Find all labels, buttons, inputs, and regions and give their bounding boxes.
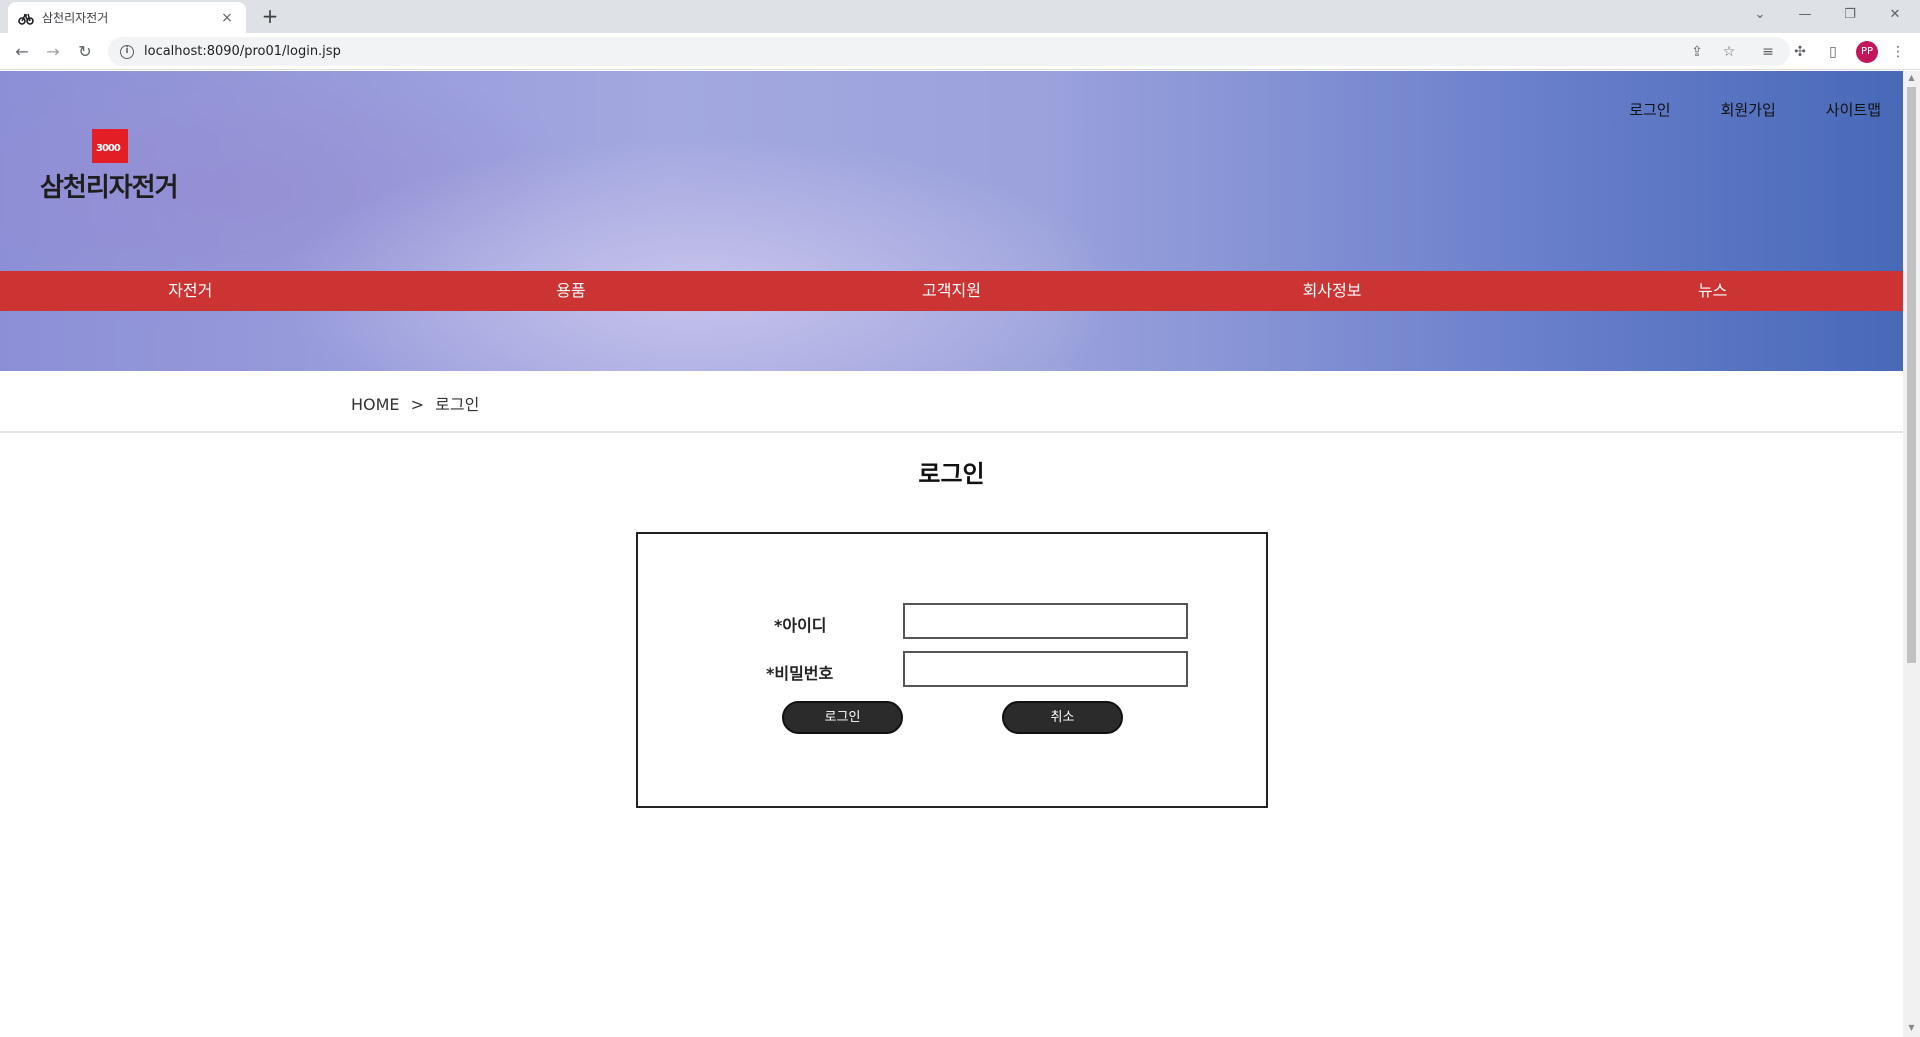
extensions-icon[interactable]: ✣ [1790, 42, 1810, 62]
url-text: localhost:8090/pro01/login.jsp [144, 44, 341, 59]
id-input[interactable] [903, 603, 1188, 639]
reading-list-icon[interactable]: ≡ [1758, 42, 1778, 62]
site-logo[interactable]: 3000 삼천리자전거 [40, 129, 190, 209]
tab-search-icon[interactable]: ⌄ [1740, 3, 1780, 27]
new-tab-button[interactable]: + [258, 5, 282, 29]
logo-mark: 3000 [92, 129, 128, 163]
utility-links: 로그인 회원가입 사이트맵 [1629, 99, 1881, 120]
nav-item-accessories[interactable]: 용품 [381, 271, 762, 311]
breadcrumb-divider [0, 431, 1903, 433]
scroll-up-icon[interactable]: ▲ [1907, 73, 1916, 82]
header-banner: 3000 삼천리자전거 로그인 회원가입 사이트맵 자전거 용품 고객지원 회사… [0, 71, 1903, 371]
tab-title: 삼천리자전거 [42, 11, 109, 25]
browser-toolbar: ← → ↻ i localhost:8090/pro01/login.jsp ⇪… [0, 33, 1920, 70]
breadcrumb-separator: > [410, 395, 425, 414]
logo-mark-text: 3000 [96, 143, 121, 154]
browser-tab[interactable]: 삼천리자전거 × [8, 2, 246, 33]
site-info-icon[interactable]: i [120, 44, 134, 59]
address-bar[interactable]: i localhost:8090/pro01/login.jsp [108, 37, 1790, 66]
nav-item-company[interactable]: 회사정보 [1142, 271, 1523, 311]
password-label: *비밀번호 [766, 664, 834, 683]
breadcrumb: HOME > 로그인 [351, 391, 485, 415]
restore-icon[interactable]: ❐ [1830, 3, 1870, 27]
bookmark-star-icon[interactable]: ☆ [1719, 42, 1739, 62]
nav-item-bicycle[interactable]: 자전거 [0, 271, 381, 311]
main-nav: 자전거 용품 고객지원 회사정보 뉴스 [0, 271, 1903, 311]
password-input[interactable] [903, 651, 1188, 687]
sitemap-link[interactable]: 사이트맵 [1826, 99, 1881, 120]
page-scrollbar[interactable]: ▲ ▼ [1903, 71, 1920, 1037]
close-tab-icon[interactable]: × [218, 10, 236, 26]
window-close-icon[interactable]: ✕ [1875, 3, 1915, 27]
breadcrumb-home[interactable]: HOME [351, 395, 400, 414]
page-title: 로그인 [918, 460, 985, 488]
nav-item-support[interactable]: 고객지원 [761, 271, 1142, 311]
id-label: *아이디 [774, 616, 827, 635]
login-link[interactable]: 로그인 [1629, 99, 1670, 120]
breadcrumb-current: 로그인 [435, 395, 480, 414]
scrollbar-thumb[interactable] [1907, 87, 1916, 663]
side-panel-icon[interactable]: ▯ [1823, 42, 1843, 62]
forward-icon[interactable]: → [41, 40, 65, 64]
back-icon[interactable]: ← [10, 40, 34, 64]
browser-tab-bar: 삼천리자전거 × + ⌄ — ❐ ✕ [0, 0, 1920, 33]
signup-link[interactable]: 회원가입 [1721, 99, 1776, 120]
cancel-button[interactable]: 취소 [1002, 701, 1123, 734]
login-button[interactable]: 로그인 [782, 701, 903, 734]
scroll-down-icon[interactable]: ▼ [1907, 1023, 1916, 1032]
reload-icon[interactable]: ↻ [73, 40, 97, 64]
nav-item-news[interactable]: 뉴스 [1522, 271, 1903, 311]
minimize-icon[interactable]: — [1785, 3, 1825, 27]
login-form: *아이디 *비밀번호 로그인 취소 [636, 532, 1268, 808]
profile-avatar[interactable]: PP [1856, 41, 1878, 63]
page-viewport: 3000 삼천리자전거 로그인 회원가입 사이트맵 자전거 용품 고객지원 회사… [0, 71, 1903, 1037]
logo-text: 삼천리자전거 [40, 173, 179, 203]
share-icon[interactable]: ⇪ [1687, 42, 1707, 62]
bicycle-icon [18, 12, 34, 25]
more-menu-icon[interactable]: ⋮ [1888, 42, 1908, 62]
